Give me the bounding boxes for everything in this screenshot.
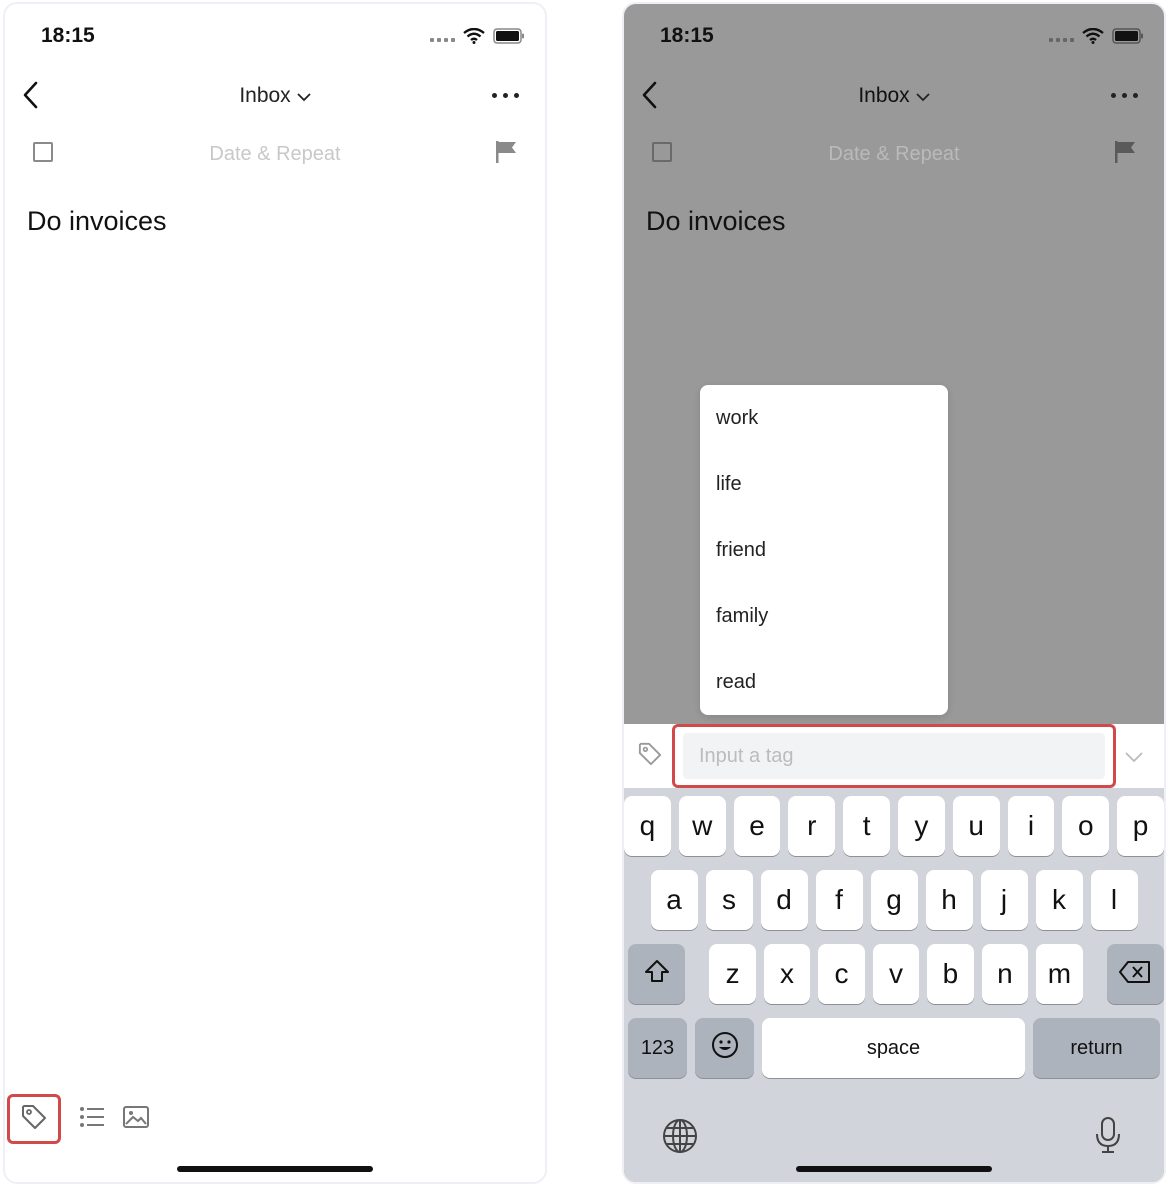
tag-suggestions-dropdown: work life friend family read <box>700 385 948 715</box>
key-d[interactable]: d <box>760 870 808 930</box>
key-n[interactable]: n <box>981 944 1029 1004</box>
status-time: 18:15 <box>660 24 714 47</box>
tag-input[interactable] <box>683 733 1105 779</box>
tag-icon <box>638 742 662 771</box>
task-title: Do invoices <box>646 206 786 236</box>
key-s[interactable]: s <box>705 870 753 930</box>
key-o[interactable]: o <box>1062 796 1110 856</box>
more-icon[interactable] <box>492 84 519 106</box>
status-icons <box>430 28 525 44</box>
emoji-icon <box>711 1031 739 1066</box>
nav-title: Inbox <box>239 84 291 107</box>
key-i[interactable]: i <box>1007 796 1055 856</box>
key-j[interactable]: j <box>980 870 1028 930</box>
wifi-icon <box>1082 28 1104 44</box>
status-time: 18:15 <box>41 24 95 47</box>
key-g[interactable]: g <box>870 870 918 930</box>
image-icon[interactable] <box>123 1105 149 1133</box>
more-icon[interactable] <box>1111 84 1138 106</box>
key-v[interactable]: v <box>872 944 920 1004</box>
task-title[interactable]: Do invoices <box>27 206 167 237</box>
battery-icon <box>1112 28 1144 44</box>
shift-icon <box>644 958 670 990</box>
key-q[interactable]: q <box>624 796 671 856</box>
tag-option-life[interactable]: life <box>700 451 948 517</box>
tag-option-family[interactable]: family <box>700 583 948 649</box>
nav-title: Inbox <box>858 84 910 107</box>
keyboard: q w e r t y u i o p a s d f g h j k l z <box>624 788 1164 1182</box>
tag-input-highlight <box>672 724 1116 788</box>
date-repeat-button[interactable]: Date & Repeat <box>624 143 1164 166</box>
numbers-key[interactable]: 123 <box>628 1018 687 1078</box>
tag-button[interactable] <box>7 1094 61 1144</box>
key-p[interactable]: p <box>1117 796 1164 856</box>
key-z[interactable]: z <box>709 944 756 1004</box>
tag-input-bar <box>624 724 1164 788</box>
chevron-down-icon <box>297 84 311 108</box>
battery-icon <box>493 28 525 44</box>
backspace-icon <box>1119 958 1151 990</box>
checklist-icon[interactable] <box>79 1106 105 1133</box>
date-repeat-button[interactable]: Date & Repeat <box>5 143 545 166</box>
key-h[interactable]: h <box>925 870 973 930</box>
list-selector[interactable]: Inbox <box>5 84 545 108</box>
globe-icon[interactable] <box>662 1118 698 1159</box>
key-e[interactable]: e <box>733 796 781 856</box>
tag-option-friend[interactable]: friend <box>700 517 948 583</box>
key-k[interactable]: k <box>1035 870 1083 930</box>
signal-icon <box>1049 38 1074 42</box>
key-a[interactable]: a <box>650 870 698 930</box>
left-phone-screen: 18:15 Inbox Date & Repeat Do invoices <box>3 2 547 1184</box>
bottom-toolbar <box>7 1094 149 1144</box>
list-selector[interactable]: Inbox <box>624 84 1164 108</box>
key-w[interactable]: w <box>678 796 726 856</box>
key-y[interactable]: y <box>898 796 945 856</box>
key-u[interactable]: u <box>952 796 1000 856</box>
emoji-key[interactable] <box>695 1018 754 1078</box>
tag-option-work[interactable]: work <box>700 385 948 451</box>
home-indicator <box>796 1166 992 1172</box>
tag-option-read[interactable]: read <box>700 649 948 715</box>
flag-icon[interactable] <box>495 140 517 169</box>
key-c[interactable]: c <box>818 944 865 1004</box>
key-l[interactable]: l <box>1090 870 1138 930</box>
shift-key[interactable] <box>628 944 686 1004</box>
key-x[interactable]: x <box>763 944 811 1004</box>
space-key[interactable]: space <box>762 1018 1025 1078</box>
key-t[interactable]: t <box>843 796 890 856</box>
signal-icon <box>430 38 455 42</box>
chevron-down-icon[interactable] <box>1124 750 1144 768</box>
wifi-icon <box>463 28 485 44</box>
key-m[interactable]: m <box>1036 944 1083 1004</box>
tag-icon <box>21 1104 47 1135</box>
key-b[interactable]: b <box>927 944 974 1004</box>
status-icons <box>1049 28 1144 44</box>
flag-icon[interactable] <box>1114 140 1136 169</box>
right-phone-screen: 18:15 Inbox Date & Repeat Do invoices wo… <box>622 2 1166 1184</box>
key-f[interactable]: f <box>815 870 863 930</box>
delete-key[interactable] <box>1106 944 1164 1004</box>
home-indicator <box>177 1166 373 1172</box>
key-r[interactable]: r <box>788 796 836 856</box>
chevron-down-icon <box>916 84 930 108</box>
microphone-icon[interactable] <box>1094 1116 1122 1159</box>
return-key[interactable]: return <box>1033 1018 1160 1078</box>
